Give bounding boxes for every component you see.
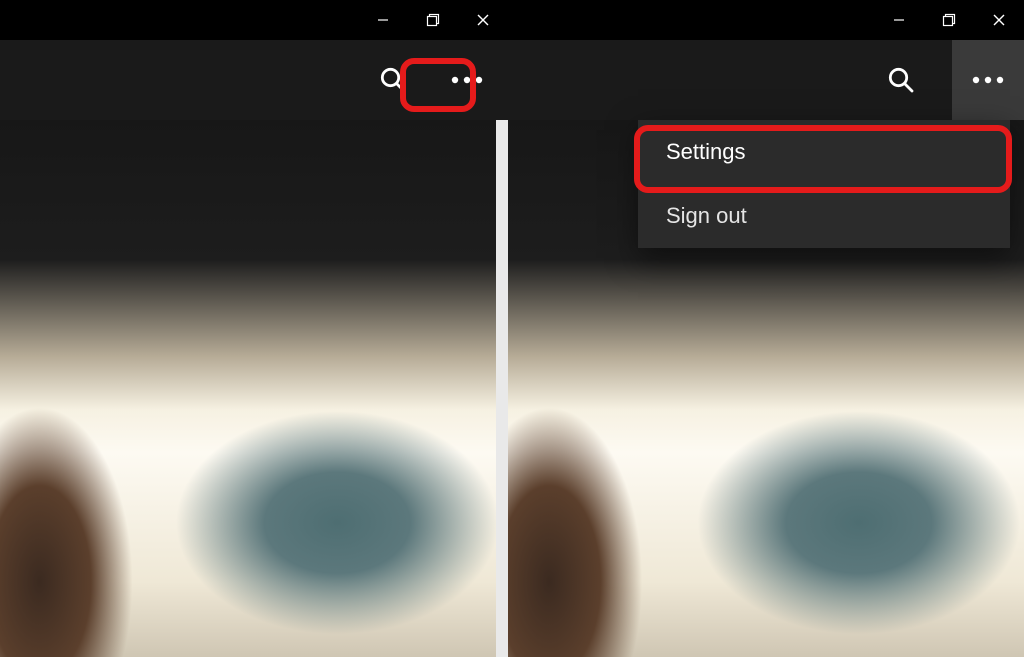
menu-item-settings[interactable]: Settings [638, 120, 1010, 184]
maximize-button[interactable] [924, 0, 974, 40]
more-icon[interactable] [952, 40, 1024, 120]
close-button[interactable] [458, 0, 508, 40]
menu-item-sign-out[interactable]: Sign out [638, 184, 1010, 248]
close-button[interactable] [974, 0, 1024, 40]
search-icon[interactable] [370, 57, 416, 103]
content-area [0, 40, 508, 657]
more-icon[interactable] [444, 57, 490, 103]
app-toolbar [0, 40, 508, 120]
minimize-button[interactable] [358, 0, 408, 40]
window-titlebar [508, 0, 1024, 40]
maximize-button[interactable] [408, 0, 458, 40]
menu-item-label: Sign out [666, 203, 747, 229]
app-toolbar [508, 40, 1024, 120]
window-titlebar [0, 0, 508, 40]
minimize-button[interactable] [874, 0, 924, 40]
search-icon[interactable] [878, 57, 924, 103]
background-photo [0, 120, 496, 657]
pane-step-2: Settings Sign out [508, 0, 1024, 657]
menu-item-label: Settings [666, 139, 746, 165]
pane-step-1 [0, 0, 508, 657]
more-dropdown: Settings Sign out [638, 120, 1010, 248]
